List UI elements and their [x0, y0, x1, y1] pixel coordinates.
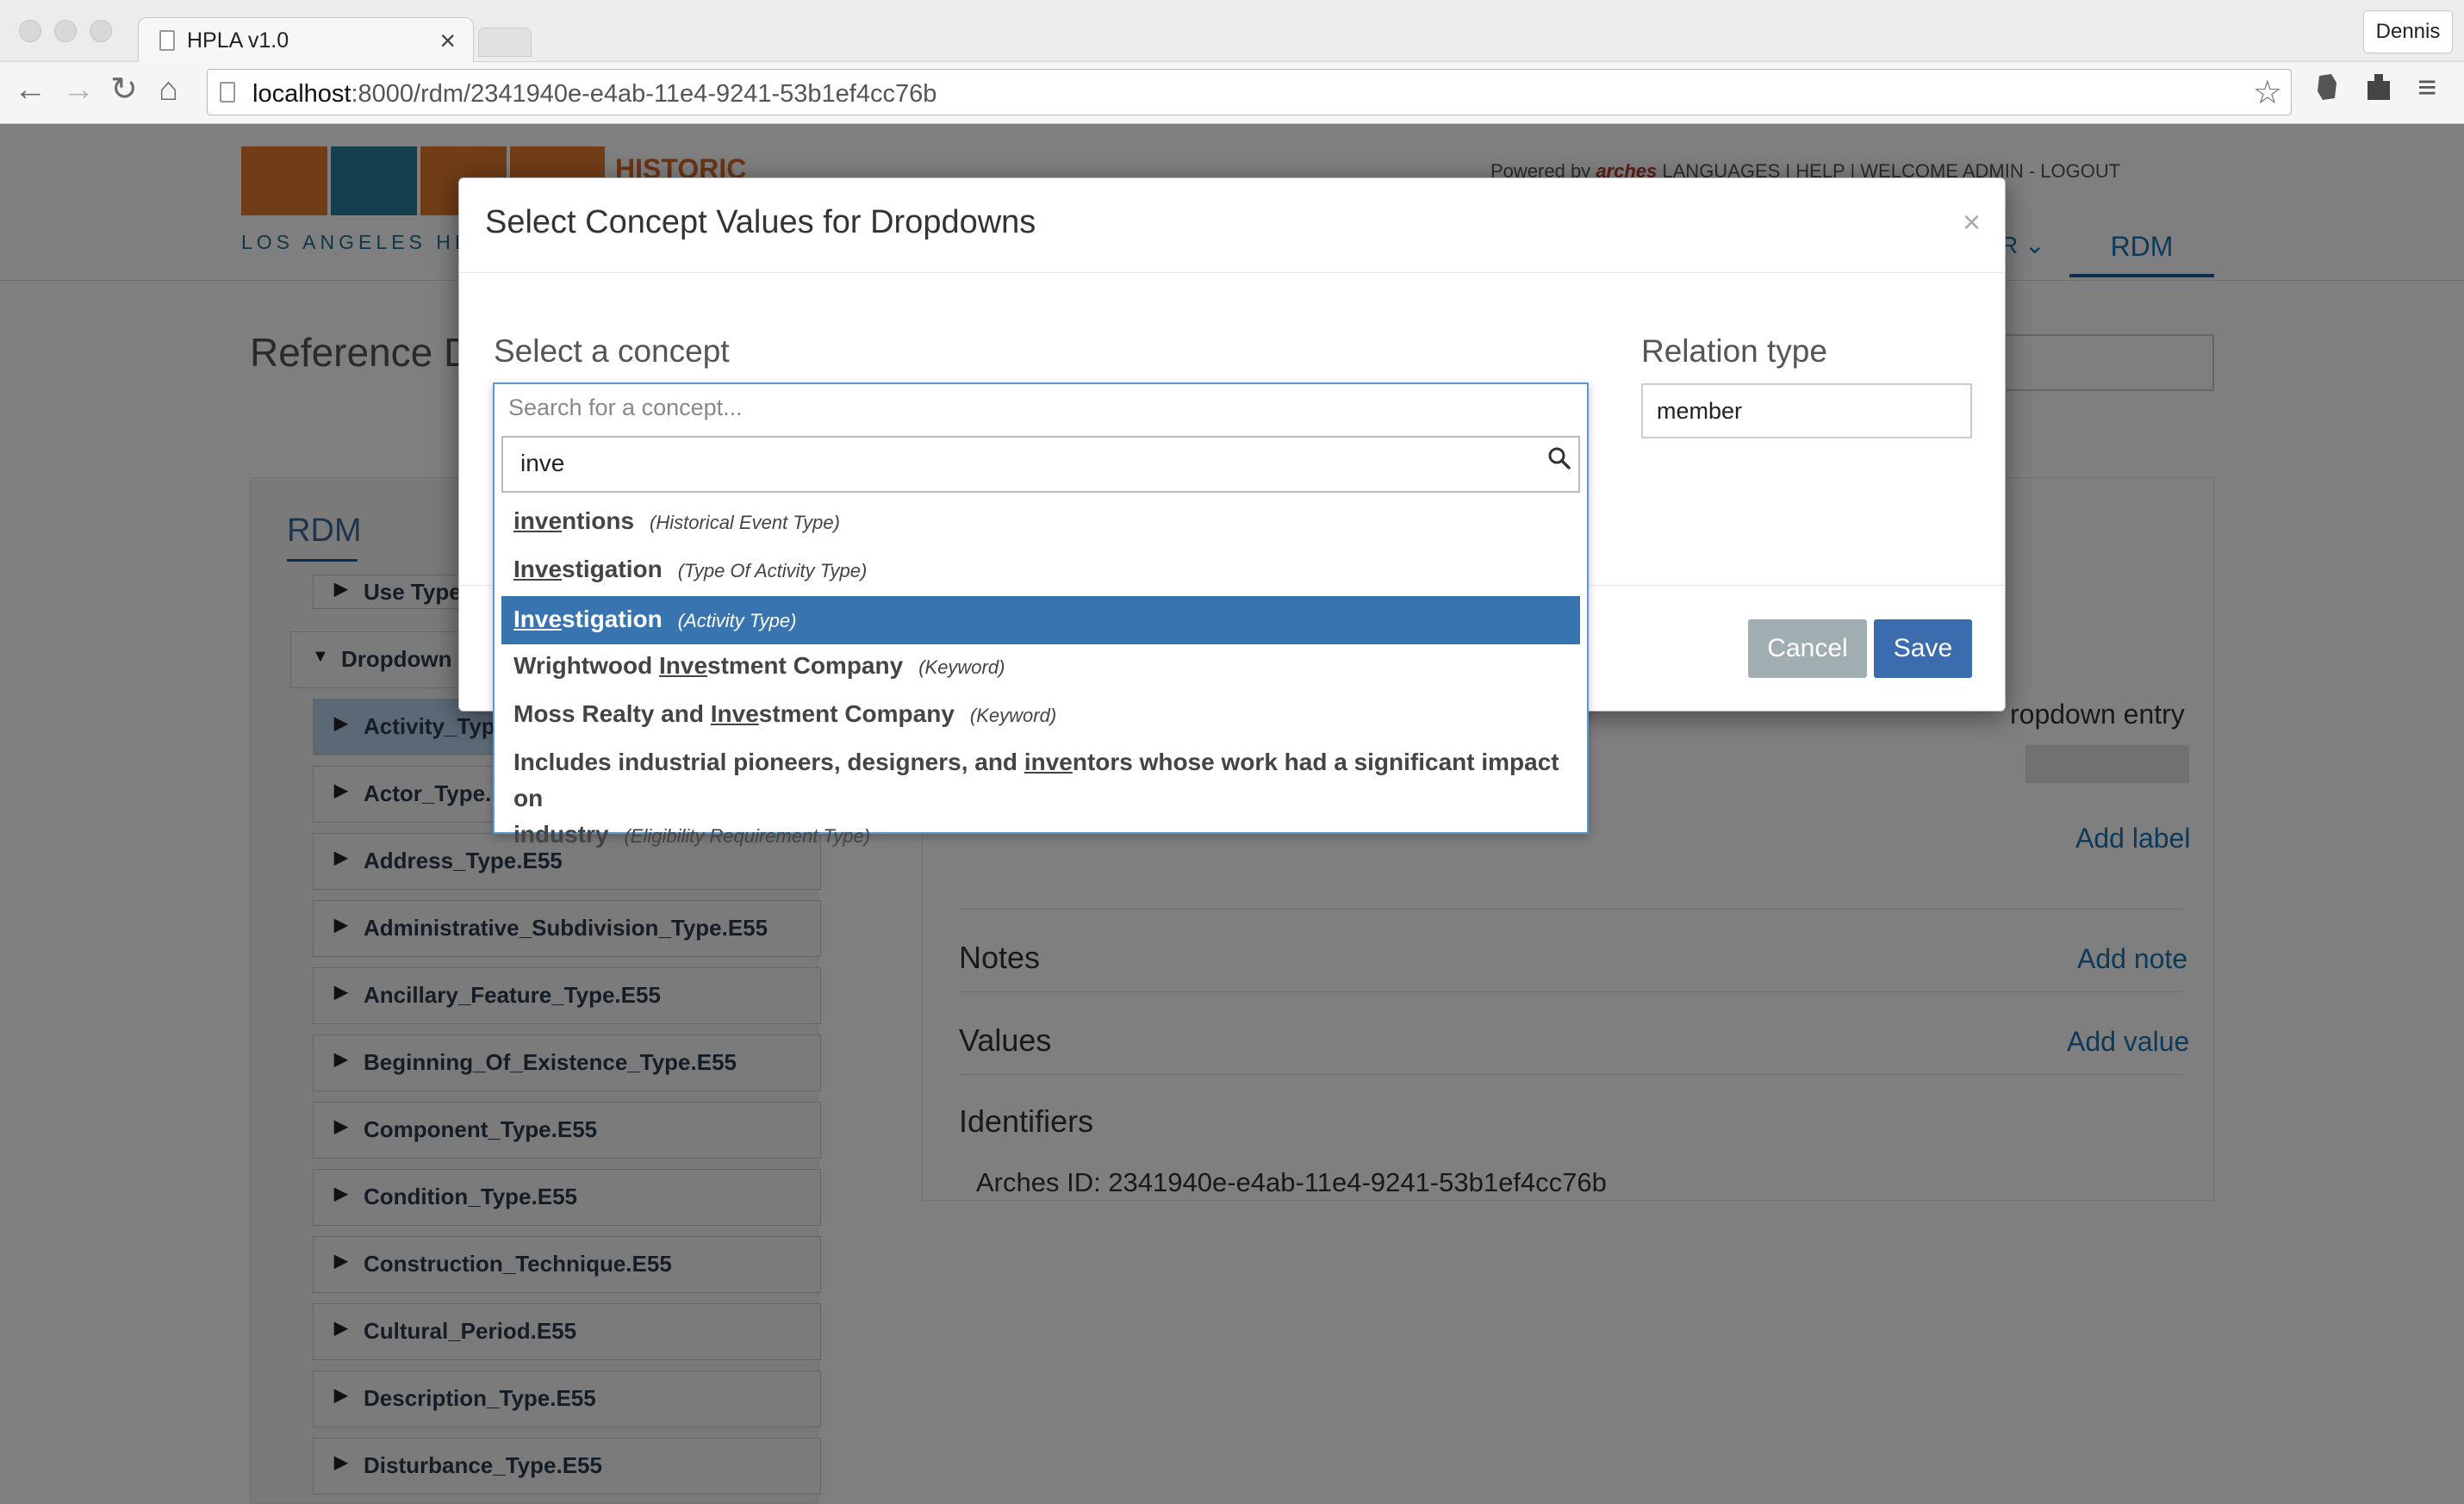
window-zoom-dot[interactable] [90, 20, 112, 42]
concept-result-item[interactable]: Includes industrial pioneers, designers,… [501, 744, 1580, 855]
bookmark-star-icon[interactable]: ☆ [2253, 73, 2282, 112]
extension-plugin-icon[interactable] [2365, 72, 2392, 111]
extension-evernote-icon[interactable] [2314, 72, 2340, 109]
window-minimize-dot[interactable] [54, 20, 77, 42]
forward-icon[interactable]: → [62, 72, 95, 107]
search-value: inve [520, 450, 565, 476]
menu-icon[interactable]: ≡ [2417, 71, 2436, 105]
cancel-button[interactable]: Cancel [1748, 619, 1867, 678]
url-text: localhost:8000/rdm/2341940e-e4ab-11e4-92… [252, 80, 937, 108]
concept-search-input[interactable]: inve [501, 436, 1580, 493]
concept-select-dropdown[interactable]: Search for a concept... inve inventions(… [493, 382, 1589, 848]
concept-result-item[interactable]: Wrightwood Investment Company (Keyword) [501, 648, 1580, 686]
profile-button[interactable]: Dennis [2363, 10, 2453, 53]
concept-result-item[interactable]: inventions (Historical Event Type) [501, 503, 1580, 541]
tab-title: HPLA v1.0 [187, 28, 289, 53]
concept-select-placeholder: Search for a concept... [508, 395, 743, 420]
window-close-dot[interactable] [19, 20, 41, 42]
concept-result-item-highlighted[interactable]: Investigation (Activity Type) [501, 596, 1580, 644]
home-icon[interactable]: ⌂ [159, 72, 178, 107]
modal-header: Select Concept Values for Dropdowns × [459, 178, 2005, 273]
concept-result-item[interactable]: Moss Realty and Investment Company (Keywo… [501, 696, 1580, 734]
relation-type-input[interactable]: member [1641, 383, 1972, 438]
back-icon[interactable]: ← [14, 72, 47, 107]
concept-field-label: Select a concept [494, 333, 730, 369]
tab-close-icon[interactable]: × [439, 25, 456, 57]
browser-tab[interactable]: HPLA v1.0 × [138, 17, 474, 63]
modal-title: Select Concept Values for Dropdowns [485, 204, 1036, 240]
browser-tab-strip: HPLA v1.0 × Dennis [0, 0, 2464, 63]
page-icon [220, 82, 235, 103]
concept-result-item[interactable]: Investigation (Type Of Activity Type) [501, 551, 1580, 589]
address-bar[interactable]: localhost:8000/rdm/2341940e-e4ab-11e4-92… [207, 69, 2292, 115]
page-icon [159, 30, 175, 51]
reload-icon[interactable]: ↻ [110, 72, 138, 107]
save-button[interactable]: Save [1874, 619, 1972, 678]
browser-toolbar: ← → ↻ ⌂ localhost:8000/rdm/2341940e-e4ab… [0, 62, 2464, 124]
search-icon [1547, 446, 1571, 475]
close-icon[interactable]: × [1963, 204, 1981, 240]
relation-type-label: Relation type [1641, 333, 1827, 369]
new-tab-button[interactable] [478, 28, 532, 57]
